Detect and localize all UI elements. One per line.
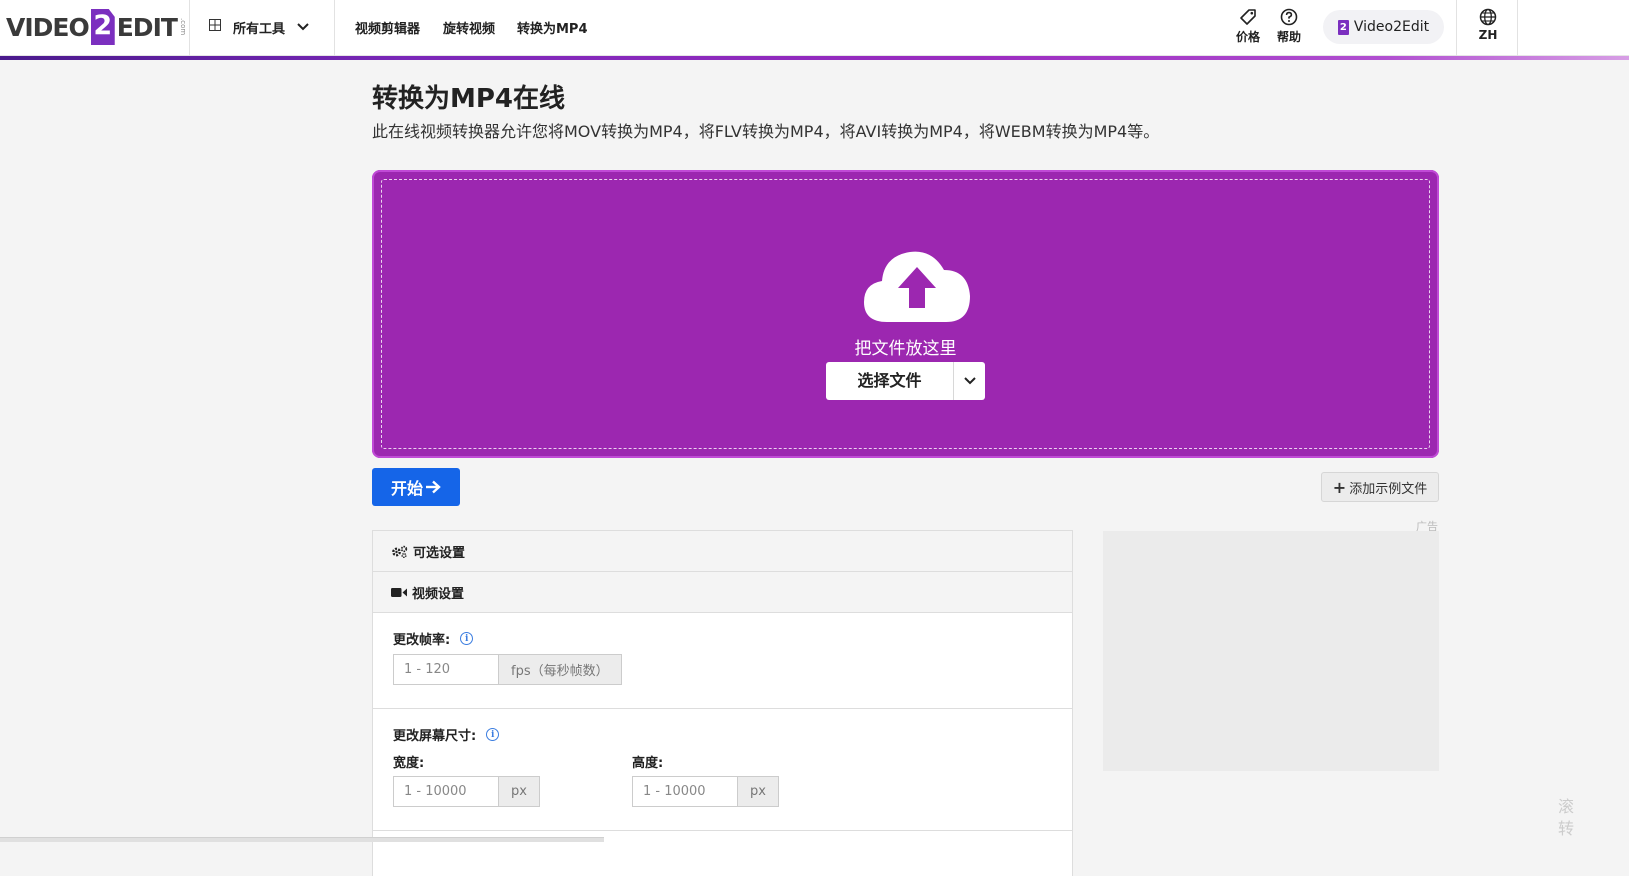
frame-rate-label: 更改帧率: i — [393, 629, 474, 648]
edge-text: 滚 — [1558, 797, 1575, 816]
horizontal-scrollbar[interactable] — [0, 837, 604, 842]
pricing-link[interactable]: 价格 — [1231, 8, 1265, 45]
nav-rotate-video[interactable]: 旋转视频 — [443, 18, 495, 37]
width-group: px — [393, 776, 540, 807]
language-selector[interactable]: ZH — [1471, 8, 1505, 42]
logo-suffix: .com — [178, 18, 187, 36]
site-header: VIDEO 2 EDIT .com 所有工具 视频剪辑器 旋转视频 转换为MP4… — [0, 0, 1629, 56]
start-button-label: 开始 — [390, 479, 423, 498]
add-sample-file-button[interactable]: + 添加示例文件 — [1321, 472, 1439, 502]
page-title: 转换为MP4在线 — [372, 84, 566, 114]
all-tools-menu[interactable]: 所有工具 — [209, 16, 309, 38]
height-label: 高度: — [632, 756, 664, 771]
header-divider — [189, 0, 190, 56]
section-divider — [373, 830, 1072, 831]
start-button[interactable]: 开始 — [372, 468, 460, 506]
width-input[interactable] — [393, 776, 498, 807]
globe-icon — [1479, 8, 1497, 26]
logo-number: 2 — [90, 9, 115, 45]
brand-mini-logo: 2 — [1337, 19, 1349, 35]
choose-source-dropdown[interactable] — [954, 362, 985, 400]
page-subtitle: 此在线视频转换器允许您将MOV转换为MP4，将FLV转换为MP4，将AVI转换为… — [372, 122, 1160, 141]
site-logo[interactable]: VIDEO 2 EDIT .com — [6, 9, 187, 45]
grid-icon — [209, 19, 221, 35]
add-sample-label: 添加示例文件 — [1349, 481, 1428, 497]
cloud-upload-icon — [864, 251, 970, 322]
help-icon — [1280, 8, 1298, 26]
frame-rate-group: fps（每秒帧数） — [393, 654, 622, 685]
video-settings-header[interactable]: 视频设置 — [373, 572, 1072, 613]
section-divider — [373, 708, 1072, 709]
header-divider — [334, 0, 335, 56]
frame-rate-input[interactable] — [393, 654, 498, 685]
optional-settings-header[interactable]: 可选设置 — [373, 531, 1072, 572]
logo-text-edit: EDIT — [116, 12, 178, 42]
optional-settings-title: 可选设置 — [413, 545, 466, 561]
chevron-down-icon — [297, 20, 309, 35]
width-label: 宽度: — [393, 756, 425, 771]
dropzone-border: 把文件放这里 选择文件 — [381, 179, 1430, 449]
info-icon[interactable]: i — [460, 632, 474, 645]
ad-placeholder — [1103, 531, 1439, 771]
brand-button-label: Video2Edit — [1353, 19, 1430, 35]
arrow-right-icon — [426, 480, 441, 494]
screen-size-label-text: 更改屏幕尺寸: — [393, 729, 477, 744]
help-link[interactable]: 帮助 — [1272, 8, 1306, 45]
drop-files-text: 把文件放这里 — [854, 339, 957, 359]
chevron-down-icon — [963, 377, 976, 385]
frame-rate-label-text: 更改帧率: — [393, 633, 451, 648]
pricing-label: 价格 — [1235, 30, 1260, 44]
edge-text: 转 — [1558, 819, 1575, 838]
tag-icon — [1240, 9, 1256, 25]
px-suffix: px — [737, 776, 779, 807]
header-divider — [1517, 0, 1518, 56]
choose-file-group: 选择文件 — [826, 362, 985, 400]
gears-icon — [392, 545, 408, 558]
settings-panel: 可选设置 视频设置 更改帧率: i fps（每秒帧数） 更改屏幕尺寸: i 宽度… — [372, 530, 1073, 876]
nav-convert-mp4[interactable]: 转换为MP4 — [517, 18, 588, 37]
info-icon[interactable]: i — [486, 728, 500, 741]
header-accent-bar — [0, 56, 1629, 60]
language-label: ZH — [1478, 28, 1498, 42]
height-group: px — [632, 776, 779, 807]
px-suffix: px — [498, 776, 540, 807]
screen-size-label: 更改屏幕尺寸: i — [393, 725, 500, 744]
fps-suffix: fps（每秒帧数） — [498, 654, 622, 685]
header-divider — [1456, 0, 1457, 56]
video-settings-title: 视频设置 — [412, 586, 465, 602]
video-camera-icon — [391, 587, 407, 597]
height-input[interactable] — [632, 776, 737, 807]
choose-file-button[interactable]: 选择文件 — [826, 362, 954, 400]
help-label: 帮助 — [1276, 30, 1301, 44]
brand-account-button[interactable]: 2 Video2Edit — [1323, 10, 1444, 44]
nav-video-editor[interactable]: 视频剪辑器 — [355, 18, 420, 37]
all-tools-label: 所有工具 — [233, 21, 286, 37]
plus-icon: + — [1332, 477, 1347, 497]
file-dropzone[interactable]: 把文件放这里 选择文件 — [372, 170, 1439, 458]
logo-text-video: VIDEO — [6, 12, 90, 42]
